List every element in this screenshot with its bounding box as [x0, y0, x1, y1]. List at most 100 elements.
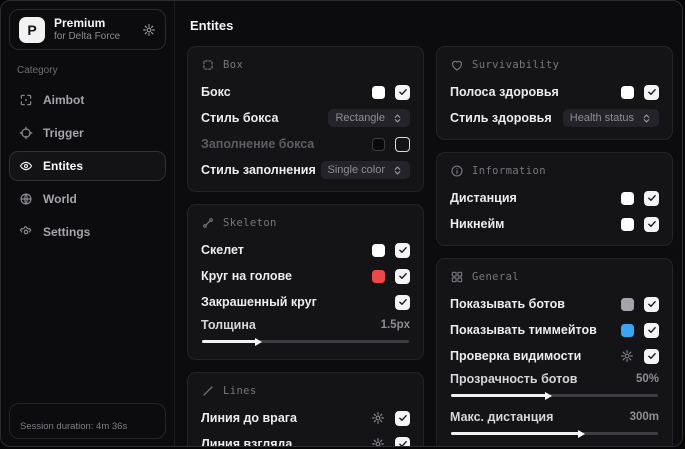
panel-title: Lines	[223, 385, 257, 397]
setting-controls: Health status	[562, 109, 659, 127]
slider-value: 50%	[635, 373, 659, 385]
sidebar-item-entites[interactable]: Entites	[9, 151, 166, 182]
box-icon	[201, 58, 215, 72]
checkbox[interactable]	[395, 268, 410, 284]
setting-label: Линия до врага	[201, 411, 297, 425]
panel-columns: Box Бокс Стиль бокса Rectangle Заполнение бо…	[187, 46, 673, 446]
setting-controls	[621, 190, 659, 206]
setting-controls	[621, 296, 659, 312]
panel-title: Survivability	[472, 59, 560, 71]
lines-icon	[201, 384, 215, 398]
session-duration-text: Session duration: 4m 36s	[20, 421, 128, 432]
checkbox[interactable]	[644, 216, 659, 232]
settings-icon	[19, 225, 33, 239]
panel-title: General	[472, 271, 520, 283]
brand-text: Premium for Delta Force	[54, 16, 120, 43]
setting-controls: Rectangle	[328, 109, 410, 127]
sidebar-item-aimbot[interactable]: Aimbot	[9, 85, 166, 115]
dropdown-survivability[interactable]: Health status	[562, 109, 659, 127]
setting-row: Полоса здоровья	[450, 82, 659, 102]
slider-value: 300m	[629, 411, 659, 423]
checkbox[interactable]	[395, 294, 410, 310]
setting-label: Закрашенный круг	[201, 295, 317, 309]
setting-row: Показывать ботов	[450, 294, 659, 314]
checkbox[interactable]	[644, 190, 659, 206]
slider-setting: Макс. дистанция 300m	[450, 410, 659, 438]
checkbox[interactable]	[644, 84, 659, 100]
checkbox[interactable]	[395, 436, 410, 446]
slider-setting: Толщина 1.5px	[201, 318, 410, 346]
color-swatch[interactable]	[621, 323, 634, 337]
checkbox[interactable]	[395, 136, 410, 152]
checkbox[interactable]	[644, 322, 659, 338]
setting-row: Линия взгляда	[201, 434, 410, 446]
checkbox[interactable]	[644, 348, 659, 364]
checkbox[interactable]	[395, 84, 410, 100]
setting-label: Макс. дистанция	[450, 410, 554, 424]
color-swatch[interactable]	[372, 243, 385, 257]
color-swatch[interactable]	[372, 85, 385, 99]
information-icon	[450, 164, 464, 178]
page-title: Entites	[190, 18, 234, 33]
panel-header: Survivability	[450, 58, 659, 72]
checkbox[interactable]	[395, 410, 410, 426]
dropdown-box[interactable]: Rectangle	[328, 109, 410, 127]
setting-label: Полоса здоровья	[450, 85, 559, 99]
color-swatch[interactable]	[372, 137, 385, 151]
slider-thumb[interactable]	[578, 429, 586, 438]
sidebar-item-trigger[interactable]: Trigger	[9, 118, 166, 148]
category-label: Category	[17, 65, 58, 77]
sidebar-item-label: Entites	[43, 159, 84, 174]
panel-box: Box Бокс Стиль бокса Rectangle Заполнение бо…	[187, 46, 424, 192]
sidebar-item-label: Trigger	[43, 126, 84, 141]
setting-row: Скелет	[201, 240, 410, 260]
color-swatch[interactable]	[621, 217, 634, 231]
dropdown-value: Rectangle	[335, 112, 385, 124]
unfold-icon	[392, 113, 403, 124]
panel-survivability: Survivability Полоса здоровья Стиль здоров…	[436, 46, 673, 140]
gear-icon[interactable]	[371, 411, 385, 425]
checkbox[interactable]	[644, 296, 659, 312]
setting-controls	[620, 348, 659, 364]
setting-row: Стиль бокса Rectangle	[201, 108, 410, 128]
sidebar-item-label: Aimbot	[43, 93, 85, 108]
color-swatch[interactable]	[372, 269, 385, 283]
gear-icon[interactable]	[620, 349, 634, 363]
panel-title: Box	[223, 59, 244, 71]
dropdown-value: Health status	[569, 112, 634, 124]
panel-title: Skeleton	[223, 217, 277, 229]
dropdown-box[interactable]: Single color	[320, 161, 410, 179]
setting-label: Проверка видимости	[450, 349, 582, 363]
slider-header: Толщина 1.5px	[201, 318, 410, 332]
setting-row: Бокс	[201, 82, 410, 102]
setting-label: Бокс	[201, 85, 231, 99]
panel-skeleton: Skeleton Скелет Круг на голове Закрашенный …	[187, 204, 424, 360]
sidebar-item-world[interactable]: World	[9, 184, 166, 214]
slider-track[interactable]	[202, 337, 409, 346]
column-left: Box Бокс Стиль бокса Rectangle Заполнение бо…	[187, 46, 424, 446]
slider-track[interactable]	[451, 391, 658, 400]
sidebar-item-settings[interactable]: Settings	[9, 217, 166, 247]
slider-value: 1.5px	[380, 319, 410, 331]
color-swatch[interactable]	[621, 85, 634, 99]
color-swatch[interactable]	[621, 191, 634, 205]
gear-icon[interactable]	[142, 23, 156, 37]
world-icon	[19, 192, 33, 206]
setting-label: Скелет	[201, 243, 244, 257]
slider-thumb[interactable]	[545, 391, 553, 400]
sidebar: P Premium for Delta Force Category Aimbo…	[1, 1, 175, 446]
panel-header: General	[450, 270, 659, 284]
setting-controls	[372, 242, 410, 258]
gear-icon[interactable]	[371, 437, 385, 446]
checkbox[interactable]	[395, 242, 410, 258]
setting-row: Стиль здоровья Health status	[450, 108, 659, 128]
slider-track[interactable]	[451, 429, 658, 438]
slider-thumb[interactable]	[254, 337, 262, 346]
setting-label: Стиль здоровья	[450, 111, 552, 125]
skeleton-icon	[201, 216, 215, 230]
color-swatch[interactable]	[621, 297, 634, 311]
brand-subtitle: for Delta Force	[54, 31, 121, 43]
setting-row: Закрашенный круг	[201, 292, 410, 312]
panel-header: Box	[201, 58, 410, 72]
setting-controls	[372, 84, 410, 100]
